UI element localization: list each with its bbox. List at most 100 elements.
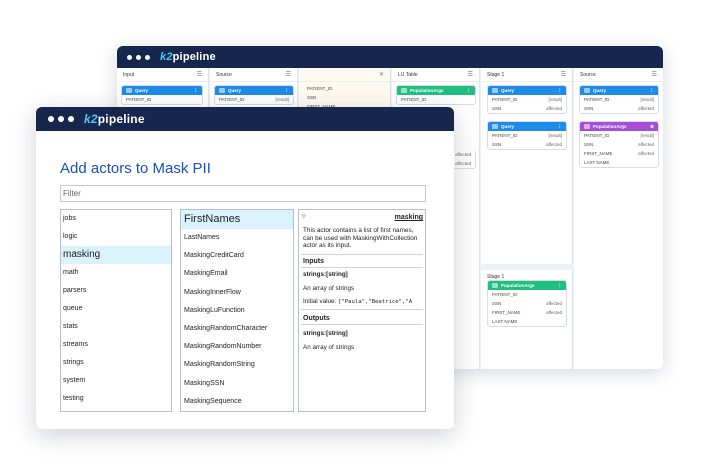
close-icon[interactable]: ✕	[379, 71, 384, 78]
initial-value-label: Initial value:	[303, 297, 337, 305]
actor-title: Query	[501, 124, 515, 129]
column-title: Source	[216, 71, 232, 78]
db-icon	[492, 88, 498, 93]
field-value: affected	[638, 142, 654, 147]
actor-population-args[interactable]: PopulationArgs ⚙ PATIENT_ID [result] SSN af…	[579, 121, 659, 168]
field-label: PATIENT_ID	[219, 97, 245, 102]
more-icon[interactable]: ⋮	[650, 88, 655, 94]
window-dot[interactable]	[127, 54, 132, 60]
window-dot[interactable]	[145, 54, 150, 60]
window-dot[interactable]	[68, 116, 74, 122]
field-value: [result]	[548, 97, 562, 102]
category-item[interactable]: system	[61, 372, 171, 390]
more-icon[interactable]: ⋮	[194, 88, 199, 94]
menu-icon[interactable]: ☰	[197, 71, 202, 78]
actor-item[interactable]: MaskingSSN	[181, 375, 293, 393]
field-value: affected	[546, 310, 562, 315]
field-label: PATIENT_ID	[492, 292, 518, 297]
actor-item[interactable]: MaskingLuFunction	[181, 302, 293, 320]
field-label: SSN	[584, 106, 594, 111]
actor-population-args[interactable]: PopulationArgs ⋮ PATIENT_ID	[396, 85, 476, 105]
actor-item[interactable]: MaskingInnerFlow	[181, 284, 293, 302]
column-title: Input	[123, 71, 135, 78]
more-icon[interactable]: ⋮	[285, 88, 290, 94]
category-item[interactable]: math	[61, 264, 171, 282]
actor-item[interactable]: MaskingRandomString	[181, 356, 293, 374]
actor-item[interactable]: MaskingSequence	[181, 393, 293, 411]
category-item[interactable]: queue	[61, 300, 171, 318]
actor-query[interactable]: Query ⋮ PATIENT_ID	[121, 85, 203, 105]
more-icon[interactable]: ⋮	[467, 88, 472, 94]
actor-title: PopulationArgs	[501, 283, 535, 288]
actor-query[interactable]: Query ⋮ PATIENT_ID [result] SSN affected	[487, 85, 567, 114]
actor-query[interactable]: Query ⋮ PATIENT_ID [result] SSN affected	[487, 121, 567, 150]
menu-icon[interactable]: ☰	[652, 71, 657, 78]
filter-input[interactable]: Filter	[60, 185, 426, 202]
category-item[interactable]: stats	[61, 318, 171, 336]
window-dot[interactable]	[48, 116, 54, 122]
actor-title: PopulationArgs	[410, 88, 444, 93]
field-value: affected	[546, 142, 562, 147]
heart-icon[interactable]: ♥	[301, 212, 310, 221]
category-item[interactable]: jobs	[61, 210, 171, 228]
field-value: [result]	[548, 133, 562, 138]
window-controls[interactable]	[48, 116, 74, 122]
actor-item[interactable]: MaskingCreditCard	[181, 247, 293, 265]
field-value: affected	[455, 161, 471, 166]
actor-population-args[interactable]: PopulationArgs ⋮ PATIENT_ID SSN affected F…	[487, 280, 567, 327]
more-icon[interactable]: ⋮	[558, 88, 563, 94]
actor-query[interactable]: Query ⋮ PATIENT_ID [result]	[214, 85, 294, 105]
category-item[interactable]: strings	[61, 354, 171, 372]
args-icon	[584, 124, 590, 129]
initial-value-field[interactable]: ["Paula","Beatrice","A	[338, 299, 412, 305]
menu-icon[interactable]: ☰	[468, 71, 473, 78]
actor-item[interactable]: MaskingRandomNumber	[181, 338, 293, 356]
db-icon	[219, 88, 225, 93]
category-item-selected[interactable]: masking	[61, 246, 171, 264]
actor-title: Query	[501, 88, 515, 93]
category-item[interactable]: logic	[61, 228, 171, 246]
window-dot[interactable]	[136, 54, 141, 60]
actor-detail-panel: ♥ masking This actor contains a list of …	[298, 209, 426, 412]
actor-description: This actor contains a list of first name…	[303, 227, 418, 249]
field-label: SSN	[584, 142, 594, 147]
actor-list: FirstNames LastNames MaskingCreditCard M…	[180, 209, 294, 412]
field-value: [result]	[640, 133, 654, 138]
field-label: LAST NAME	[492, 319, 518, 324]
category-item[interactable]: testing	[61, 390, 171, 408]
field-value: affected	[546, 301, 562, 306]
actor-query[interactable]: Query ⋮ PATIENT_ID [result] SSN affected	[579, 85, 659, 114]
brand-suffix: pipeline	[172, 51, 216, 63]
gear-icon[interactable]: ⚙	[650, 124, 654, 130]
field-label: SSN	[492, 106, 502, 111]
menu-icon[interactable]: ☰	[561, 71, 566, 78]
more-icon[interactable]: ⋮	[558, 124, 563, 130]
field-label: PATIENT_ID	[584, 133, 610, 138]
inputs-heading: Inputs	[301, 253, 423, 268]
field-label: SSN	[492, 142, 502, 147]
field-label: PATIENT_ID	[492, 97, 518, 102]
actor-title: PopulationArgs	[593, 124, 627, 129]
brand-prefix: k2	[84, 112, 98, 126]
initial-value-row: Initial value: ["Paula","Beatrice","A	[301, 293, 423, 310]
db-icon	[492, 124, 498, 129]
actor-item[interactable]: MaskingEmail	[181, 265, 293, 283]
input-signature: strings:[string]	[303, 270, 348, 278]
category-item[interactable]: streams	[61, 336, 171, 354]
category-item[interactable]: parsers	[61, 282, 171, 300]
window-dot[interactable]	[58, 116, 64, 122]
field-value: affected	[455, 152, 471, 157]
actor-item-selected[interactable]: FirstNames	[181, 210, 293, 229]
field-value: affected	[638, 151, 654, 156]
more-icon[interactable]: ⋮	[558, 283, 563, 289]
output-description: An array of strings	[303, 343, 355, 351]
actor-item[interactable]: LastNames	[181, 229, 293, 247]
menu-icon[interactable]: ☰	[286, 71, 291, 78]
field-value: [result]	[275, 97, 289, 102]
actor-title: Query	[228, 88, 242, 93]
db-icon	[584, 88, 590, 93]
field-label: FIRST_NAME	[584, 151, 613, 156]
detail-category: masking	[394, 214, 423, 221]
window-controls[interactable]	[127, 54, 150, 60]
actor-item[interactable]: MaskingRandomCharacter	[181, 320, 293, 338]
